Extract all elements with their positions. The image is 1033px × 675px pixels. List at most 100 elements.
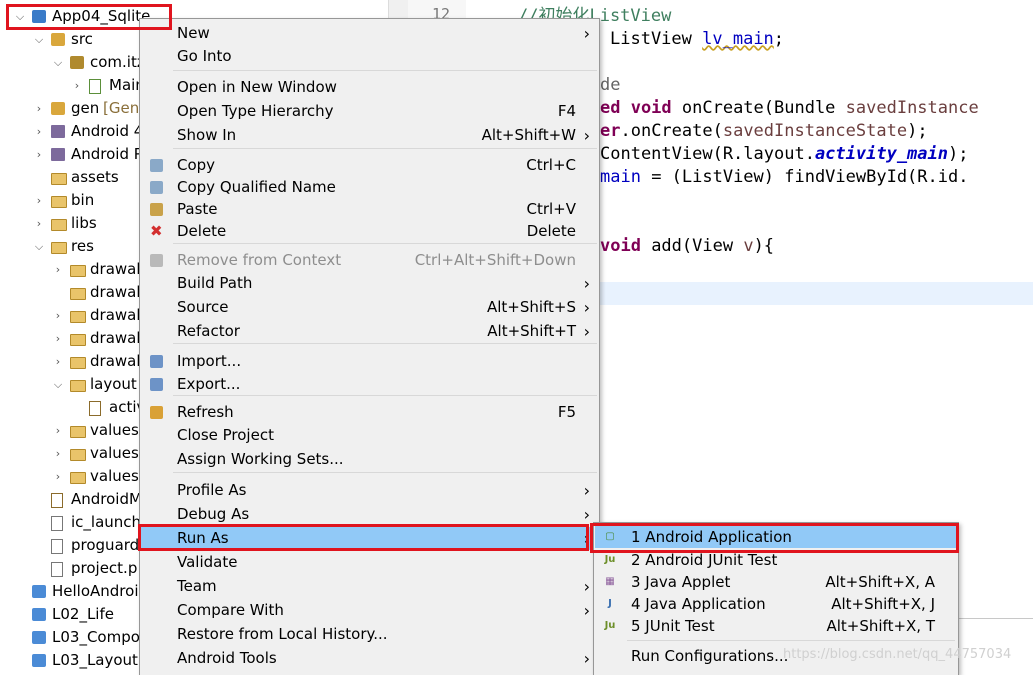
chevron-right-icon[interactable]: ›: [33, 143, 45, 166]
code-line-setcontentview: ContentView(R.layout.activity_main);: [600, 143, 968, 166]
chevron-right-icon[interactable]: ›: [33, 97, 45, 120]
chevron-right-icon[interactable]: ›: [33, 120, 45, 143]
remove-context-icon: [150, 254, 163, 267]
menu-item-android-tools[interactable]: Android Tools ›: [141, 647, 598, 670]
code-token: lv_main: [702, 29, 774, 49]
menu-item-copy[interactable]: Copy Ctrl+C: [141, 154, 598, 177]
export-icon: [150, 378, 163, 391]
tree-item-label: project.p: [71, 559, 138, 577]
chevron-down-icon[interactable]: ⌵: [33, 28, 45, 51]
menu-item-open-type-hierarchy[interactable]: Open Type Hierarchy F4: [141, 100, 598, 123]
chevron-down-icon[interactable]: ⌵: [52, 373, 64, 396]
tree-item-label: HelloAndroi: [52, 582, 139, 600]
chevron-right-icon[interactable]: ›: [52, 419, 64, 442]
menu-item-validate[interactable]: Validate: [141, 551, 598, 574]
submenu-arrow-icon: ›: [583, 24, 590, 43]
tree-item-label: drawab: [90, 329, 146, 347]
menu-item-label: Source: [177, 298, 229, 316]
menu-item-paste[interactable]: Paste Ctrl+V: [141, 198, 598, 221]
menu-item-debug-as[interactable]: Debug As ›: [141, 503, 598, 526]
menu-item-export[interactable]: Export...: [141, 373, 598, 396]
submenu-item-label: Run Configurations...: [631, 647, 789, 665]
java-app-icon: J: [608, 598, 612, 609]
menu-item-go-into[interactable]: Go Into: [141, 45, 598, 68]
folder-icon: [51, 219, 67, 231]
tree-item-label: AndroidM: [71, 490, 142, 508]
menu-item-restore-from-local-history[interactable]: Restore from Local History...: [141, 623, 598, 646]
menu-item-source[interactable]: Source Alt+Shift+S ›: [141, 296, 598, 319]
menu-item-label: Refactor: [177, 322, 240, 340]
folder-icon: [70, 380, 86, 392]
code-token: ContentView(R.layout.: [600, 144, 815, 164]
menu-item-label: Refresh: [177, 403, 234, 421]
menu-item-open-in-new-window[interactable]: Open in New Window: [141, 76, 598, 99]
submenu-item-3-java-applet[interactable]: ▦ 3 Java Applet Alt+Shift+X, A: [595, 571, 957, 593]
tree-item-label: bin: [71, 191, 95, 209]
submenu-item-label: 3 Java Applet: [631, 573, 731, 591]
menu-item-assign-working-sets[interactable]: Assign Working Sets...: [141, 448, 598, 471]
src-icon: [51, 33, 65, 46]
chevron-right-icon[interactable]: ›: [52, 327, 64, 350]
submenu-arrow-icon: ›: [583, 601, 590, 620]
chevron-down-icon[interactable]: ⌵: [33, 235, 45, 258]
code-token: );: [907, 121, 928, 141]
code-line-super: er.onCreate(savedInstanceState);: [600, 120, 928, 143]
code-token: = (ListView) findViewById(R.id.: [640, 167, 969, 187]
folder-icon: [70, 311, 86, 323]
code-token: activity_main: [814, 144, 948, 164]
tree-item-label: layout: [90, 375, 137, 393]
tree-item-label: L03_Compo: [52, 628, 140, 646]
menu-item-delete[interactable]: ✖ Delete Delete: [141, 220, 598, 243]
chevron-right-icon[interactable]: ›: [33, 212, 45, 235]
src-icon: [51, 102, 65, 115]
annotation-box-project: [6, 4, 172, 30]
code-token: v: [743, 236, 754, 256]
chevron-right-icon[interactable]: ›: [52, 304, 64, 327]
submenu-item-shortcut: Alt+Shift+X, J: [831, 595, 935, 613]
file-icon: [51, 539, 63, 554]
menu-item-label: Debug As: [177, 505, 250, 523]
menu-item-profile-as[interactable]: Profile As ›: [141, 479, 598, 502]
folder-icon: [70, 334, 86, 346]
tree-item-label: Android 4: [71, 122, 144, 140]
tree-item-label: drawab: [90, 306, 146, 324]
menu-item-label: Team: [177, 577, 217, 595]
code-token: );: [948, 144, 969, 164]
menu-item-close-project[interactable]: Close Project: [141, 424, 598, 447]
lib-icon: [51, 125, 65, 138]
chevron-right-icon[interactable]: ›: [52, 465, 64, 488]
menu-item-refresh[interactable]: Refresh F5: [141, 401, 598, 424]
menu-item-compare-with[interactable]: Compare With ›: [141, 599, 598, 622]
menu-item-copy-qualified-name[interactable]: Copy Qualified Name: [141, 176, 598, 199]
menu-item-team[interactable]: Team ›: [141, 575, 598, 598]
chevron-right-icon[interactable]: ›: [33, 189, 45, 212]
menu-item-import[interactable]: Import...: [141, 350, 598, 373]
submenu-arrow-icon: ›: [583, 649, 590, 668]
submenu-item-4-java-application[interactable]: J 4 Java Application Alt+Shift+X, J: [595, 593, 957, 615]
code-token: savedInstance: [845, 98, 979, 118]
chevron-right-icon[interactable]: ›: [52, 258, 64, 281]
code-token: er: [600, 121, 621, 141]
tree-item-label: values-: [90, 467, 145, 485]
menu-item-build-path[interactable]: Build Path ›: [141, 272, 598, 295]
code-token: savedInstanceState: [722, 121, 908, 141]
annotation-box-run-as: [138, 524, 589, 551]
menu-item-label: Open Type Hierarchy: [177, 102, 334, 120]
chevron-down-icon[interactable]: ⌵: [52, 51, 64, 74]
chevron-right-icon[interactable]: ›: [52, 350, 64, 373]
menu-item-new[interactable]: New ›: [141, 22, 598, 45]
code-token: ;: [773, 29, 785, 49]
delete-icon: ✖: [150, 222, 163, 240]
menu-item-refactor[interactable]: Refactor Alt+Shift+T ›: [141, 320, 598, 343]
menu-item-show-in[interactable]: Show In Alt+Shift+W ›: [141, 124, 598, 147]
submenu-arrow-icon: ›: [583, 274, 590, 293]
tree-item-label: drawab: [90, 283, 146, 301]
xml-icon: [51, 493, 63, 508]
tree-item-label: drawab: [90, 352, 146, 370]
submenu-item-5-junit-test[interactable]: Ju 5 JUnit Test Alt+Shift+X, T: [595, 615, 957, 637]
chevron-right-icon[interactable]: ›: [71, 74, 83, 97]
menu-item-label: Android Tools: [177, 649, 277, 667]
java-icon: [89, 79, 101, 94]
chevron-right-icon[interactable]: ›: [52, 442, 64, 465]
code-line-findview: main = (ListView) findViewById(R.id.: [600, 166, 968, 189]
